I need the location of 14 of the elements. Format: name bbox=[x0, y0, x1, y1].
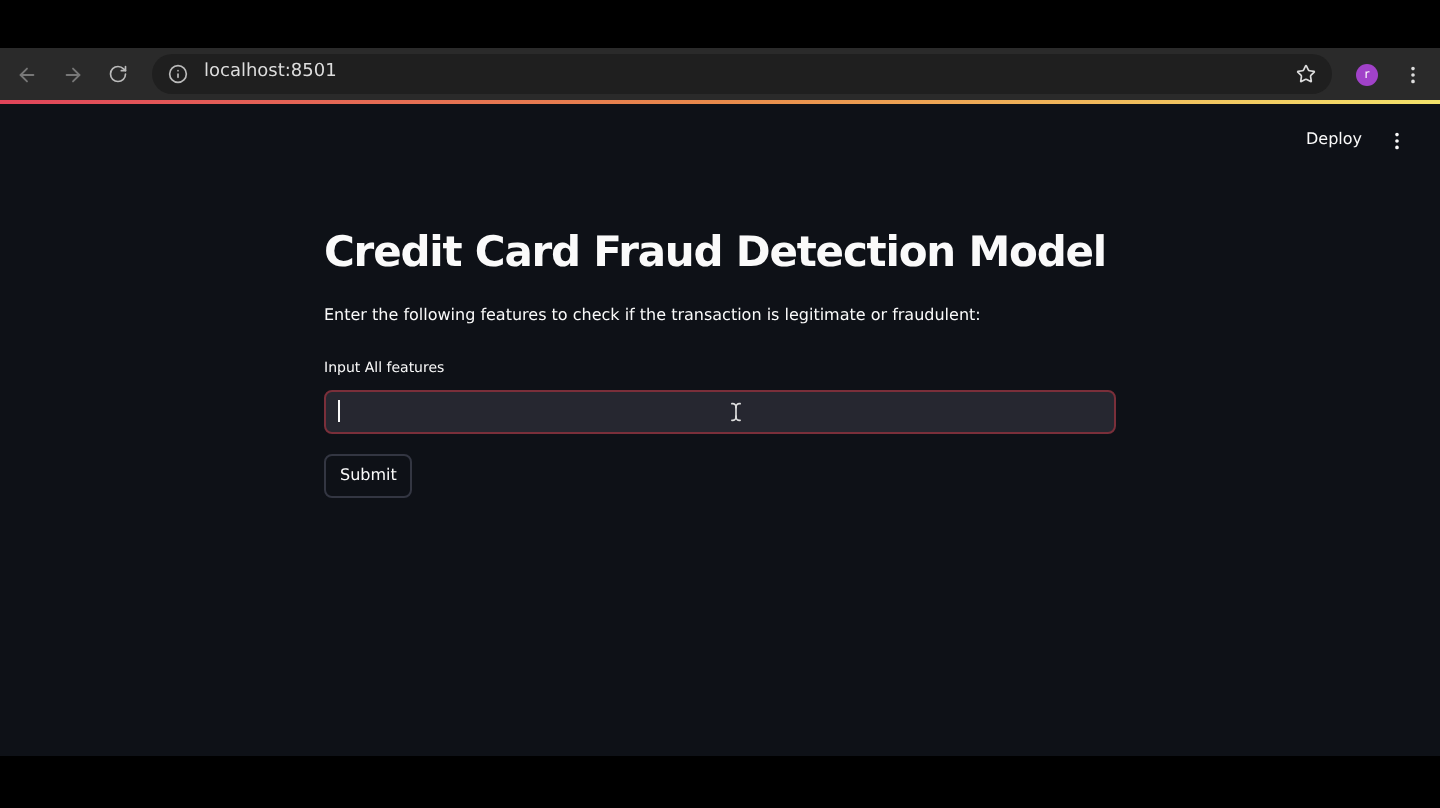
bookmark-icon[interactable] bbox=[1296, 64, 1316, 84]
input-field[interactable] bbox=[324, 389, 1116, 434]
address-bar[interactable]: localhost:8501 bbox=[152, 54, 1332, 94]
info-icon[interactable] bbox=[168, 64, 188, 84]
forward-icon[interactable] bbox=[62, 63, 84, 85]
page-title: Credit Card Fraud Detection Model bbox=[324, 226, 1107, 280]
text-caret bbox=[338, 400, 340, 423]
submit-button[interactable]: Submit bbox=[324, 453, 413, 498]
text-cursor-icon bbox=[726, 401, 746, 422]
url-text: localhost:8501 bbox=[204, 60, 337, 87]
back-icon[interactable] bbox=[16, 63, 38, 85]
reload-icon[interactable] bbox=[108, 64, 128, 84]
description-text: Enter the following features to check if the transaction is legitimate or fraudulent: bbox=[324, 304, 983, 329]
deploy-button[interactable]: Deploy bbox=[1305, 128, 1362, 152]
